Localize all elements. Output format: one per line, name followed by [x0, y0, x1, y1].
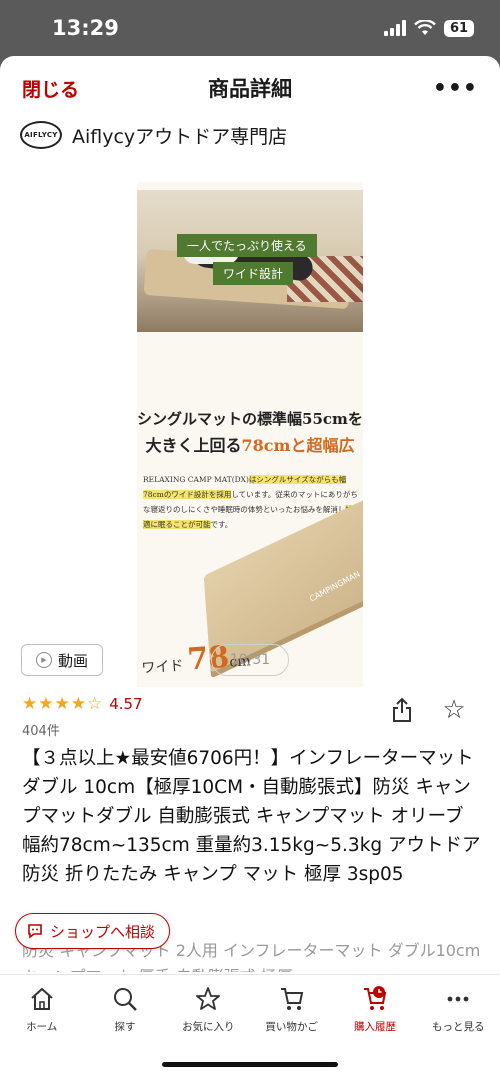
signal-icon: [384, 20, 406, 36]
image-page-counter: 10/31: [211, 644, 289, 676]
product-title: 【３点以上★最安値6706円！】インフレーターマット ダブル 10cm【極厚10…: [22, 748, 481, 885]
review-count[interactable]: 404件: [22, 720, 60, 739]
image-headline-1: シングルマットの標準幅55cmを: [137, 410, 363, 428]
battery-icon: 61: [444, 19, 474, 37]
nav-purchase-history[interactable]: 購入履歴: [333, 985, 416, 1080]
search-icon: [111, 985, 139, 1013]
image-badge-2: ワイド設計: [213, 262, 294, 285]
status-bar: 13:29 61: [0, 0, 500, 56]
desc-lead: RELAXING CAMP MAT(DX): [143, 475, 249, 484]
image-headline-2: 大きく上回る78cmと超幅広: [137, 432, 363, 456]
rating-value: 4.57: [109, 695, 143, 713]
image-badge-1: 一人でたっぷり使える: [177, 234, 317, 257]
nav-more-label: もっと見る: [432, 1021, 485, 1033]
rating-row[interactable]: ★★★★☆ 4.57: [22, 694, 143, 714]
product-detail-sheet: 閉じる 商品詳細 ••• AIFLYCY Aiflycyアウトドア専門店 一人で…: [0, 56, 500, 1080]
nav-home[interactable]: ホーム: [0, 985, 83, 1080]
purchase-history-icon: [361, 985, 389, 1013]
nav-more[interactable]: もっと見る: [417, 985, 500, 1080]
home-indicator[interactable]: [162, 1062, 338, 1067]
consult-label: ショップへ相談: [50, 922, 156, 941]
desc-end: です。: [210, 520, 233, 529]
home-icon: [28, 985, 56, 1013]
image-headline-2-pre: 大きく上回る: [145, 436, 242, 455]
image-headline-2-accent: 78cmと超幅広: [241, 436, 355, 455]
nav-search-label: 探す: [114, 1021, 136, 1033]
wifi-icon: [414, 20, 436, 35]
shop-row[interactable]: AIFLYCY Aiflycyアウトドア専門店: [0, 120, 500, 150]
favorite-star-icon[interactable]: ☆: [440, 695, 468, 725]
product-image[interactable]: 一人でたっぷり使える ワイド設計 シングルマットの標準幅55cmを 大きく上回る…: [137, 182, 363, 687]
nav-search[interactable]: 探す: [83, 985, 166, 1080]
close-button[interactable]: 閉じる: [22, 75, 79, 102]
status-icons: 61: [384, 19, 474, 37]
nav-purchase-history-label: 購入履歴: [353, 1021, 396, 1033]
shop-logo: AIFLYCY: [20, 121, 62, 149]
rating-stars: ★★★★☆: [22, 694, 104, 714]
nav-cart-label: 買い物かご: [265, 1021, 318, 1033]
product-photo: [137, 190, 363, 332]
status-time: 13:29: [52, 16, 119, 40]
more-options-button[interactable]: •••: [433, 76, 478, 101]
more-icon: [444, 985, 472, 1013]
shop-name[interactable]: Aiflycyアウトドア専門店: [72, 122, 287, 149]
star-icon: [194, 985, 222, 1013]
width-prefix: ワイド: [140, 657, 184, 677]
nav-home-label: ホーム: [26, 1021, 58, 1033]
video-button[interactable]: ▶ 動画: [21, 644, 103, 676]
video-label: 動画: [57, 651, 88, 670]
nav-favorites-label: お気に入り: [182, 1021, 235, 1033]
sheet-header: 閉じる 商品詳細 •••: [0, 56, 500, 120]
chat-icon: [28, 924, 42, 939]
shop-consult-button[interactable]: ショップへ相談: [15, 913, 171, 949]
share-icon[interactable]: [388, 696, 416, 724]
play-icon: ▶: [35, 652, 52, 668]
desc-highlight-1: はシングルサイズなが: [248, 475, 324, 484]
cart-icon: [278, 985, 306, 1013]
